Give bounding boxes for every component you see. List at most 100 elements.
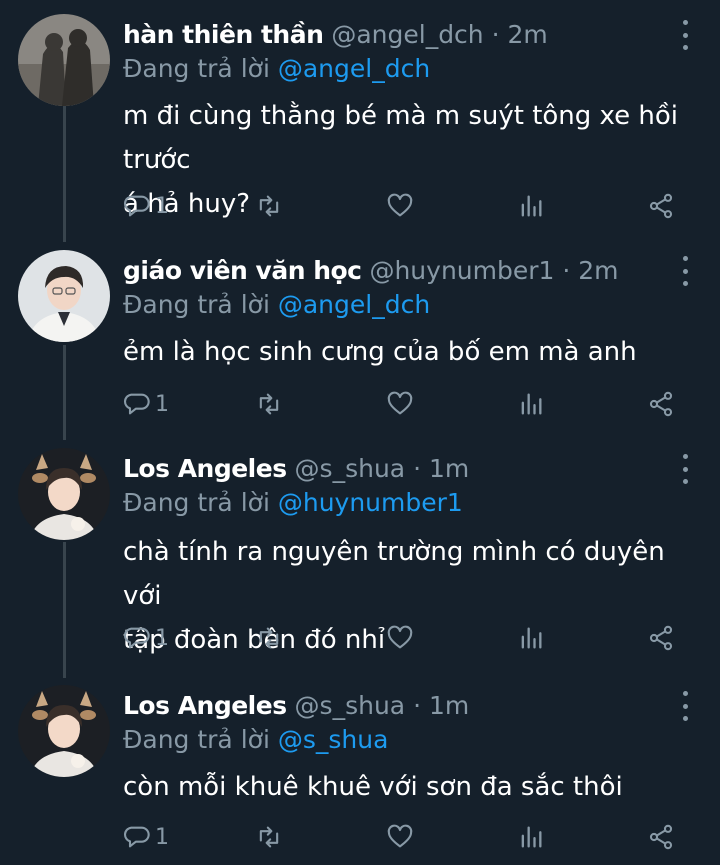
reply-bubble-icon	[123, 195, 150, 217]
heart-icon	[387, 391, 413, 415]
share-icon	[649, 193, 673, 219]
more-vertical-icon[interactable]	[680, 691, 690, 721]
timestamp[interactable]: 1m	[429, 691, 469, 720]
reply-count: 1	[155, 824, 169, 850]
tweet-text-line: còn mỗi khuê khuê với sơn đa sắc thôi	[123, 772, 623, 802]
tweet[interactable]: Los Angeles @s_shua · 1m Đang trả lời @h…	[0, 448, 720, 668]
user-handle[interactable]: @angel_dch	[331, 20, 483, 49]
analytics-bars-icon	[521, 627, 542, 649]
share-icon	[649, 391, 673, 417]
more-vertical-icon[interactable]	[680, 20, 690, 50]
mention-link[interactable]: @angel_dch	[278, 54, 430, 83]
heart-icon	[387, 193, 413, 217]
analytics-button[interactable]	[517, 188, 545, 224]
reply-button[interactable]: 1	[123, 386, 169, 422]
tweet[interactable]: Los Angeles @s_shua · 1m Đang trả lời @s…	[0, 685, 720, 865]
retweet-icon	[259, 195, 279, 217]
share-icon	[649, 824, 673, 850]
tweet-actions: 1	[123, 386, 683, 422]
analytics-button[interactable]	[517, 819, 545, 855]
heart-icon	[387, 824, 413, 848]
avatar-image	[18, 685, 110, 777]
reply-button[interactable]: 1	[123, 188, 169, 224]
avatar[interactable]	[18, 685, 110, 777]
timestamp[interactable]: 2m	[508, 20, 548, 49]
display-name[interactable]: giáo viên văn học	[123, 256, 362, 285]
reply-button[interactable]: 1	[123, 819, 169, 855]
retweet-icon	[259, 393, 279, 415]
mention-link[interactable]: @huynumber1	[278, 488, 463, 517]
retweet-icon	[259, 826, 279, 848]
avatar[interactable]	[18, 448, 110, 540]
replying-to: Đang trả lời @angel_dch	[123, 54, 430, 83]
replying-to: Đang trả lời @huynumber1	[123, 488, 463, 517]
user-handle[interactable]: @huynumber1	[369, 256, 554, 285]
reply-count: 1	[155, 193, 169, 219]
reply-count: 1	[155, 391, 169, 417]
tweet-actions: 1	[123, 188, 683, 224]
mention-link[interactable]: @s_shua	[278, 725, 389, 754]
reply-bubble-icon	[123, 627, 150, 649]
avatar-image	[18, 448, 110, 540]
separator-dot: ·	[491, 20, 500, 49]
reply-prefix: Đang trả lời	[123, 290, 270, 319]
reply-button[interactable]: 1	[123, 620, 169, 656]
analytics-button[interactable]	[517, 620, 545, 656]
reply-prefix: Đang trả lời	[123, 54, 270, 83]
tweet-header: Los Angeles @s_shua · 1m	[123, 454, 469, 483]
separator-dot: ·	[413, 691, 422, 720]
avatar-image	[18, 250, 110, 342]
user-handle[interactable]: @s_shua	[295, 454, 406, 483]
reply-prefix: Đang trả lời	[123, 488, 270, 517]
more-vertical-icon[interactable]	[680, 454, 690, 484]
tweet[interactable]: giáo viên văn học @huynumber1 · 2m Đang …	[0, 250, 720, 440]
analytics-bars-icon	[521, 826, 542, 848]
retweet-button[interactable]	[255, 386, 283, 422]
user-handle[interactable]: @s_shua	[295, 691, 406, 720]
display-name[interactable]: hàn thiên thần	[123, 20, 324, 49]
analytics-bars-icon	[521, 195, 542, 217]
avatar[interactable]	[18, 250, 110, 342]
tweet-header: Los Angeles @s_shua · 1m	[123, 691, 469, 720]
display-name[interactable]: Los Angeles	[123, 691, 287, 720]
share-button[interactable]	[647, 188, 675, 224]
tweet-text-line: chà tính ra nguyên trường mình có duyên …	[123, 537, 665, 611]
timestamp[interactable]: 2m	[578, 256, 618, 285]
display-name[interactable]: Los Angeles	[123, 454, 287, 483]
replying-to: Đang trả lời @s_shua	[123, 725, 388, 754]
timestamp[interactable]: 1m	[429, 454, 469, 483]
more-vertical-icon[interactable]	[680, 256, 690, 286]
retweet-icon	[259, 627, 279, 649]
reply-bubble-icon	[123, 826, 150, 848]
like-button[interactable]	[386, 819, 414, 855]
retweet-button[interactable]	[255, 188, 283, 224]
reply-count: 1	[155, 625, 169, 651]
separator-dot: ·	[413, 454, 422, 483]
avatar[interactable]	[18, 14, 110, 106]
tweet-text-line: m đi cùng thằng bé mà m suýt tông xe hồi…	[123, 101, 679, 175]
tweet-header: hàn thiên thần @angel_dch · 2m	[123, 20, 548, 49]
share-icon	[649, 625, 673, 651]
share-button[interactable]	[647, 819, 675, 855]
like-button[interactable]	[386, 386, 414, 422]
heart-icon	[387, 625, 413, 649]
like-button[interactable]	[386, 620, 414, 656]
tweet-actions: 1	[123, 819, 683, 855]
reply-prefix: Đang trả lời	[123, 725, 270, 754]
retweet-button[interactable]	[255, 819, 283, 855]
share-button[interactable]	[647, 386, 675, 422]
tweet-text: ẻm là học sinh cưng của bố em mà anh	[123, 330, 703, 374]
mention-link[interactable]: @angel_dch	[278, 290, 430, 319]
separator-dot: ·	[562, 256, 571, 285]
tweet-text: còn mỗi khuê khuê với sơn đa sắc thôi	[123, 765, 703, 809]
replying-to: Đang trả lời @angel_dch	[123, 290, 430, 319]
tweet-text-line: ẻm là học sinh cưng của bố em mà anh	[123, 337, 637, 367]
tweet-actions: 1	[123, 620, 683, 656]
reply-bubble-icon	[123, 393, 150, 415]
like-button[interactable]	[386, 188, 414, 224]
retweet-button[interactable]	[255, 620, 283, 656]
tweet[interactable]: hàn thiên thần @angel_dch · 2m Đang trả …	[0, 14, 720, 234]
share-button[interactable]	[647, 620, 675, 656]
analytics-bars-icon	[521, 393, 542, 415]
analytics-button[interactable]	[517, 386, 545, 422]
